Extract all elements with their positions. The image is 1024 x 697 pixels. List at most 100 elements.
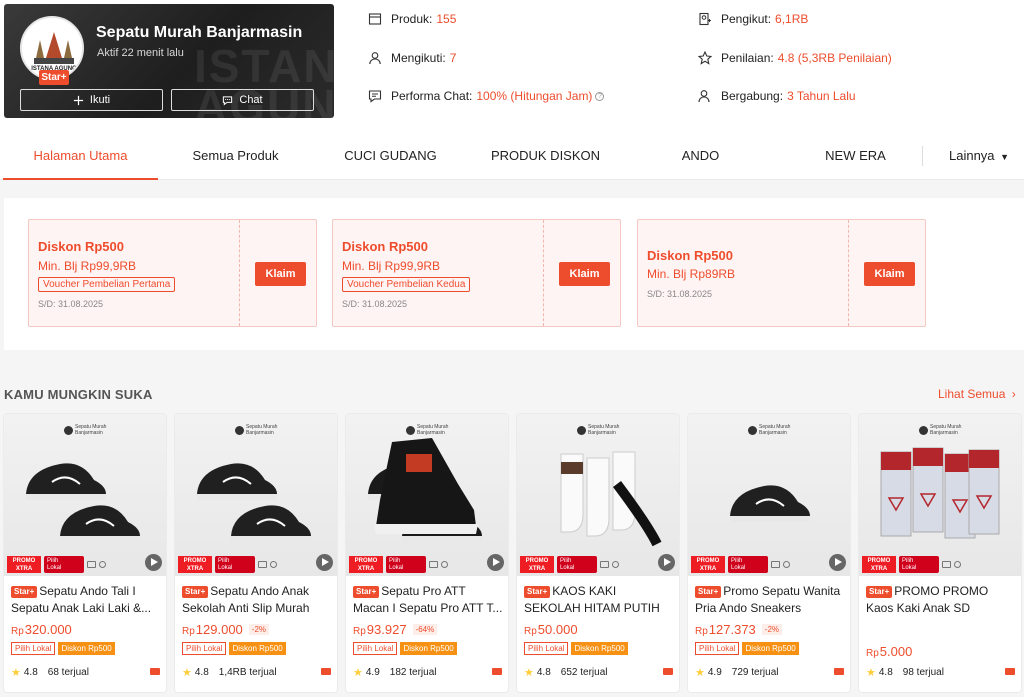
shoe-black-lace-icon <box>25 463 141 542</box>
rating-value: 4.9 <box>707 667 722 678</box>
promo-xtra-line1: PROMO <box>354 557 378 564</box>
tab-ando[interactable]: ANDO <box>623 132 778 180</box>
star-plus-tag: Star+ <box>353 586 380 598</box>
follow-button-label: Ikuti <box>89 94 111 106</box>
product-price: Rp5.000 <box>866 644 912 659</box>
voucher-title: Diskon Rp500 <box>647 248 733 263</box>
product-card[interactable]: Sepatu Murah Banjarmasin PROMO XTRA Pilih L… <box>859 414 1021 692</box>
claim-button[interactable]: Klaim <box>255 262 306 286</box>
play-video-icon[interactable] <box>658 554 675 571</box>
promo-xtra-line1: PROMO <box>696 557 720 564</box>
play-video-icon[interactable] <box>487 554 504 571</box>
claim-button[interactable]: Klaim <box>559 262 610 286</box>
plus-icon <box>73 95 83 105</box>
product-title[interactable]: Star+ Promo Sepatu Wanita Pria Ando Sneak… <box>695 583 845 617</box>
truck-icon <box>87 560 96 568</box>
pilih-lokal-line1: Pilih <box>560 557 572 564</box>
stat-produk: Produk: 155 <box>368 11 456 27</box>
voucher-min-spend: Min. Blj Rp99,9RB <box>38 259 137 273</box>
voucher-divider <box>239 220 240 326</box>
promo-strip: PROMO XTRA Pilih Lokal <box>520 555 619 573</box>
tab-produk-diskon[interactable]: PRODUK DISKON <box>468 132 623 180</box>
sold-count: 182 terjual <box>389 667 437 678</box>
promo-strip: PROMO XTRA Pilih Lokal <box>178 555 277 573</box>
help-icon[interactable]: ? <box>595 91 605 101</box>
voucher-card: Diskon Rp500 Min. Blj Rp99,9RB Voucher P… <box>28 219 317 327</box>
voucher-date: S/D: 31.08.2025 <box>647 289 713 299</box>
stat-performa-label: Performa Chat: <box>391 89 473 103</box>
product-image[interactable]: Sepatu Murah Banjarmasin PROMO XTRA Pilih L… <box>4 414 166 576</box>
product-title[interactable]: Star+ Sepatu Ando Tali I Sepatu Anak Laki… <box>11 583 161 617</box>
rating-value: 4.8 <box>536 667 551 678</box>
user-icon <box>369 52 381 65</box>
product-title[interactable]: Star+ Sepatu Ando Anak Sekolah Anti Slip … <box>182 583 332 617</box>
product-rating: ★ 4.8 1,4RB terjual <box>182 666 277 679</box>
tab-halaman-utama[interactable]: Halaman Utama <box>3 132 158 180</box>
product-image[interactable]: Sepatu Murah Banjarmasin PROMO XTRA Pilih L… <box>688 414 850 576</box>
stat-mengikuti-value: 7 <box>449 51 457 65</box>
cod-icon <box>1005 668 1015 675</box>
product-image[interactable]: Sepatu Murah Banjarmasin PROMO XTRA Pilih L… <box>517 414 679 576</box>
pilih-lokal-badge: Pilih Lokal <box>899 555 939 573</box>
sold-count: 729 terjual <box>731 667 779 678</box>
product-title[interactable]: Star+PROMO PROMO Kaos Kaki Anak SD MURAH… <box>866 583 1016 617</box>
price-currency: Rp <box>866 648 879 659</box>
play-video-icon[interactable] <box>145 554 162 571</box>
pilih-lokal-tag: Pilih Lokal <box>353 642 398 655</box>
cod-icon <box>492 668 502 675</box>
pilih-lokal-line1: Pilih <box>731 557 743 564</box>
product-card[interactable]: Sepatu Murah Banjarmasin PROMO XTRA Pilih L… <box>4 414 166 692</box>
pilih-lokal-tag: Pilih Lokal <box>524 642 569 655</box>
star-plus-badge: Star+ <box>39 70 69 85</box>
price-currency: Rp <box>695 626 708 637</box>
rating-value: 4.9 <box>365 667 380 678</box>
chat-bubble-icon <box>368 90 382 103</box>
pilih-lokal-line2: Lokal <box>218 564 233 571</box>
product-price: Rp93.927 -64% <box>353 622 438 637</box>
tab-new-era[interactable]: NEW ERA <box>778 132 933 180</box>
shop-header: ISTANAAGUNG ISTANA AGUNG Star+ Sepatu Mu… <box>0 0 1024 132</box>
price-value: 320.000 <box>24 622 72 637</box>
product-title[interactable]: Star+KAOS KAKI SEKOLAH HITAM PUTIH SD SM… <box>524 583 674 617</box>
promo-xtra-line2: XTRA <box>186 565 204 572</box>
sold-count: 98 terjual <box>902 667 944 678</box>
product-card[interactable]: Sepatu Murah Banjarmasin PROMO XTRA Pilih L… <box>688 414 850 692</box>
tab-cuci-gudang[interactable]: CUCI GUDANG <box>313 132 468 180</box>
globe-icon <box>270 560 277 568</box>
tab-lainnya[interactable]: Lainnya ▼ <box>936 132 1016 180</box>
product-card[interactable]: Sepatu Murah Banjarmasin PROMO XTRA Pilih L… <box>346 414 508 692</box>
discount-badge: -64% <box>412 624 438 635</box>
promo-strip: PROMO XTRA Pilih Lokal <box>691 555 790 573</box>
product-card[interactable]: Sepatu Murah Banjarmasin PROMO XTRA Pilih L… <box>517 414 679 692</box>
rating-value: 4.8 <box>194 667 209 678</box>
stat-bergabung-label: Bergabung: <box>721 89 784 103</box>
product-image[interactable]: Sepatu Murah Banjarmasin PROMO XTRA Pilih L… <box>859 414 1021 576</box>
voucher-title: Diskon Rp500 <box>38 239 124 254</box>
product-card[interactable]: Sepatu Murah Banjarmasin PROMO XTRA Pilih L… <box>175 414 337 692</box>
rating-value: 4.8 <box>878 667 893 678</box>
stat-performa-value: 100% (Hitungan Jam) <box>476 89 593 103</box>
chat-button[interactable]: Chat <box>171 89 314 111</box>
product-price: Rp320.000 <box>11 622 72 637</box>
truck-icon <box>600 560 609 568</box>
pilih-lokal-line2: Lokal <box>389 564 404 571</box>
play-video-icon[interactable] <box>316 554 333 571</box>
claim-button[interactable]: Klaim <box>864 262 915 286</box>
product-badges: Pilih Lokal Diskon Rp500 <box>524 642 628 655</box>
see-all-link[interactable]: Lihat Semua › <box>938 387 1016 401</box>
play-video-icon[interactable] <box>829 554 846 571</box>
tab-semua-produk[interactable]: Semua Produk <box>158 132 313 180</box>
promo-xtra-line2: XTRA <box>699 565 717 572</box>
product-image[interactable]: Sepatu Murah Banjarmasin PROMO XTRA Pilih L… <box>175 414 337 576</box>
follow-button[interactable]: Ikuti <box>20 89 163 111</box>
product-rating: ★ 4.8 68 terjual <box>11 666 89 679</box>
price-currency: Rp <box>11 626 24 637</box>
price-value: 93.927 <box>366 622 407 637</box>
price-value: 5.000 <box>879 644 913 659</box>
sold-count: 68 terjual <box>47 667 89 678</box>
promo-xtra-badge: PROMO XTRA <box>862 555 896 573</box>
diskon-tag: Diskon Rp500 <box>571 642 628 655</box>
stat-penilaian-label: Penilaian: <box>721 51 774 65</box>
product-title[interactable]: Star+ Sepatu Pro ATT Macan I Sepatu Pro A… <box>353 583 503 617</box>
product-image[interactable]: Sepatu Murah Banjarmasin PROMO XTRA Pilih L… <box>346 414 508 576</box>
